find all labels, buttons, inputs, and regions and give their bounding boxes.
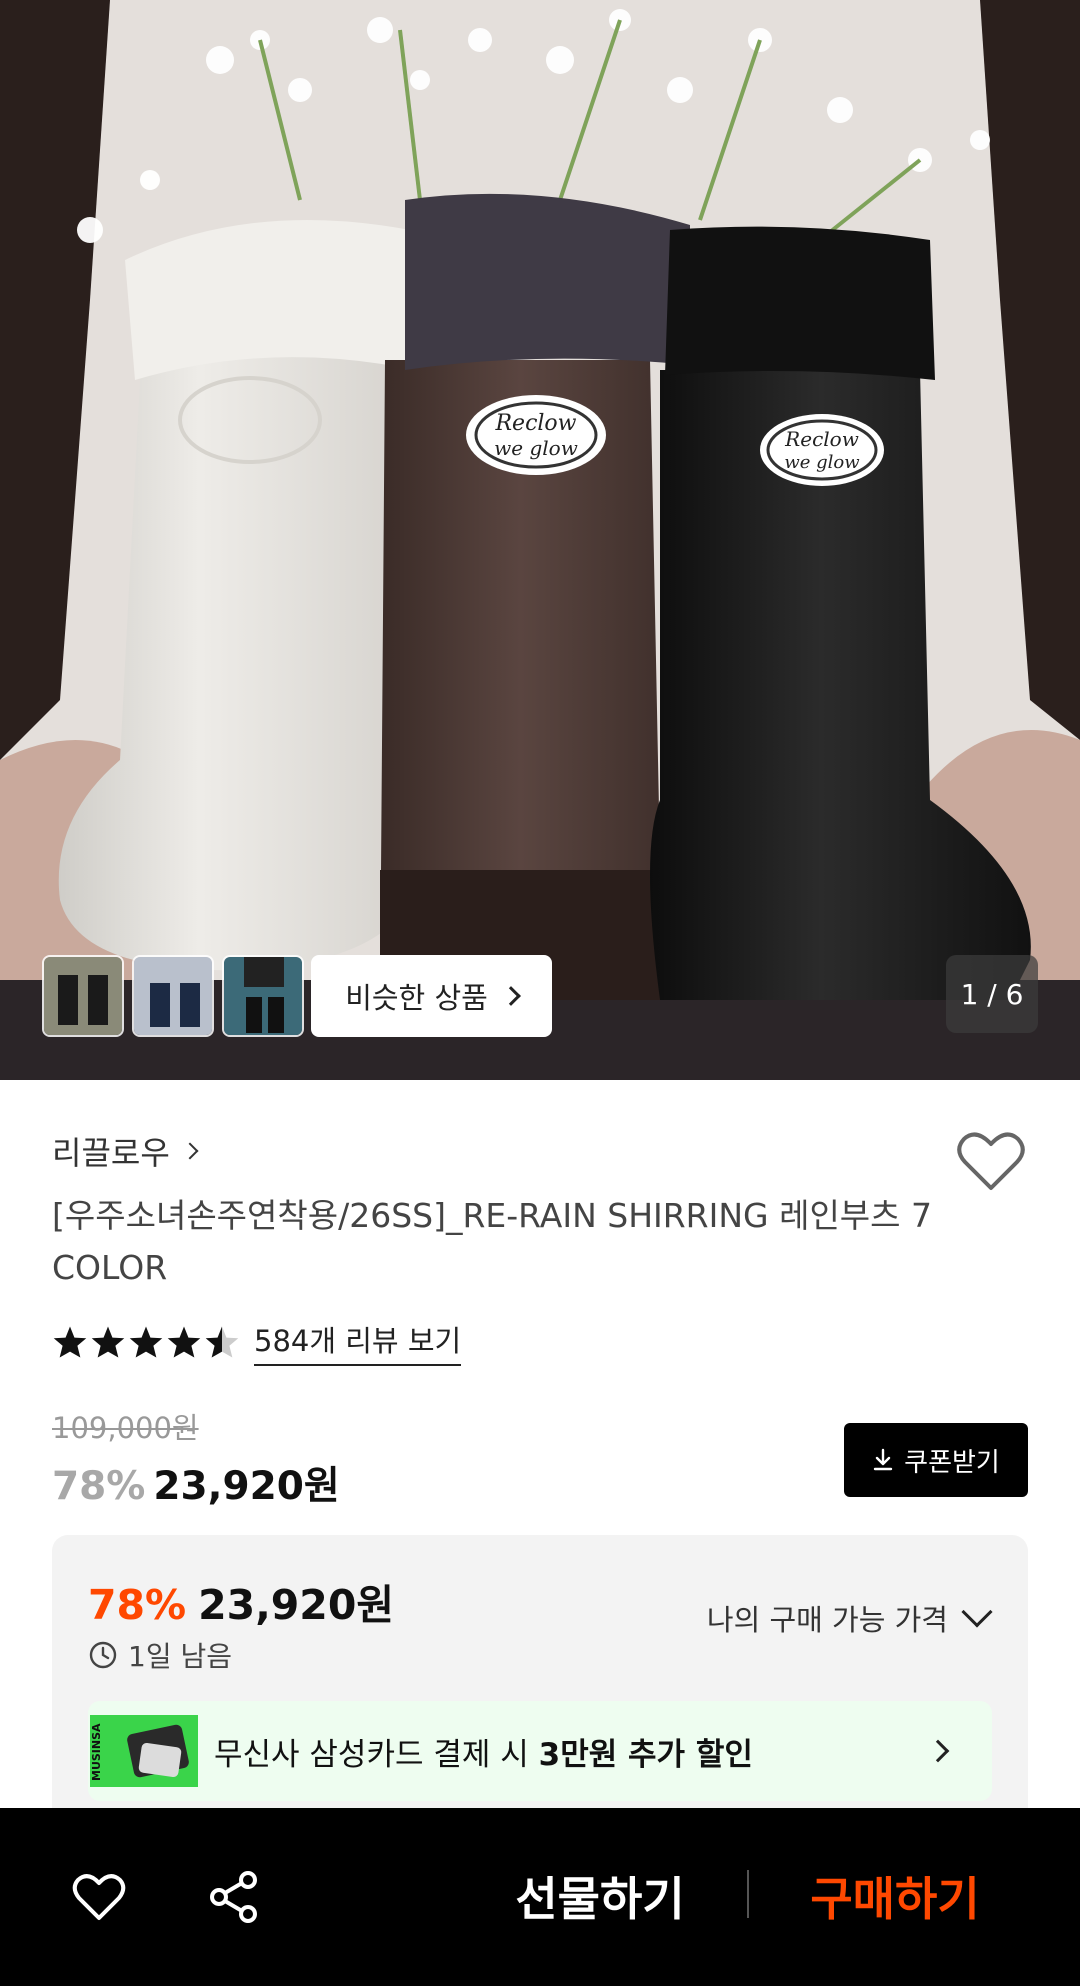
heart-icon[interactable] [956,1130,1026,1192]
original-price: 109,000원 [52,1411,199,1445]
chevron-right-icon [926,1739,950,1763]
time-left-label: 1일 남음 [128,1640,232,1673]
chevron-right-icon [181,1142,199,1160]
svg-text:MUSINSA: MUSINSA [90,1723,103,1781]
chevron-down-icon [961,1596,993,1628]
rating-row: 584개 리뷰 보기 [52,1318,462,1366]
card-promo-highlight: 3만원 추가 할인 [538,1736,753,1773]
thumbnail-1[interactable] [42,955,124,1037]
product-image-gallery[interactable]: Reclow we glow Reclow we glow 비슷한 상품 1 /… [0,0,1080,1080]
similar-products-button[interactable]: 비슷한 상품 [311,955,552,1037]
star-icon [53,1326,87,1358]
divider [747,1870,749,1918]
svg-text:we glow: we glow [784,452,860,473]
star-icon [91,1326,125,1358]
my-price-label: 나의 구매 가능 가격 [706,1603,948,1637]
brand-name: 리끌로우 [52,1134,170,1172]
similar-products-label: 비슷한 상품 [345,981,488,1015]
product-photo: Reclow we glow Reclow we glow [0,0,1080,1080]
discount-rate: 78% [52,1464,146,1509]
star-icon [129,1326,163,1358]
time-left: 1일 남음 [88,1635,232,1675]
clock-icon [89,1641,117,1669]
benefit-price-value: 23,920원 [198,1581,395,1629]
thumbnail-strip [42,955,304,1037]
svg-text:Reclow: Reclow [494,411,576,436]
chevron-right-icon [500,986,521,1006]
card-promo-text: 무신사 삼성카드 결제 시 3만원 추가 할인 [214,1729,930,1774]
sale-price: 23,920원 [153,1464,340,1509]
image-counter: 1 / 6 [946,955,1038,1033]
my-price-toggle[interactable]: 나의 구매 가능 가격 [706,1596,993,1639]
benefit-discount-rate: 78% [88,1581,187,1629]
benefit-price: 78% 23,920원 [88,1571,394,1631]
thumbnail-2[interactable] [132,955,214,1037]
product-title: [우주소녀손주연착용/26SS]_RE-RAIN SHIRRING 레인부츠 7… [52,1196,933,1287]
brand-link[interactable]: 리끌로우 [52,1128,199,1174]
coupon-button[interactable]: 쿠폰받기 [844,1423,1028,1497]
card-promo-banner[interactable]: MUSINSA 무신사 삼성카드 결제 시 3만원 추가 할인 [88,1701,992,1801]
card-image: MUSINSA [90,1715,198,1787]
star-icon [167,1326,201,1358]
buy-button[interactable]: 구매하기 [775,1856,1015,1936]
coupon-label: 쿠폰받기 [904,1447,1000,1478]
star-half-icon [205,1326,239,1358]
price-row: 78% 23,920원 [52,1455,340,1511]
gift-button[interactable]: 선물하기 [480,1856,720,1936]
thumbnail-3[interactable] [222,955,304,1037]
svg-text:we glow: we glow [494,436,578,460]
download-icon [873,1448,893,1471]
rating-stars [52,1325,240,1359]
bottom-action-bar: 선물하기 구매하기 [0,1808,1080,1986]
heart-icon[interactable] [72,1872,126,1922]
review-link[interactable]: 584개 리뷰 보기 [254,1318,462,1366]
share-icon[interactable] [208,1870,260,1924]
svg-text:Reclow: Reclow [784,427,859,451]
card-promo-prefix: 무신사 삼성카드 결제 시 [214,1736,539,1773]
